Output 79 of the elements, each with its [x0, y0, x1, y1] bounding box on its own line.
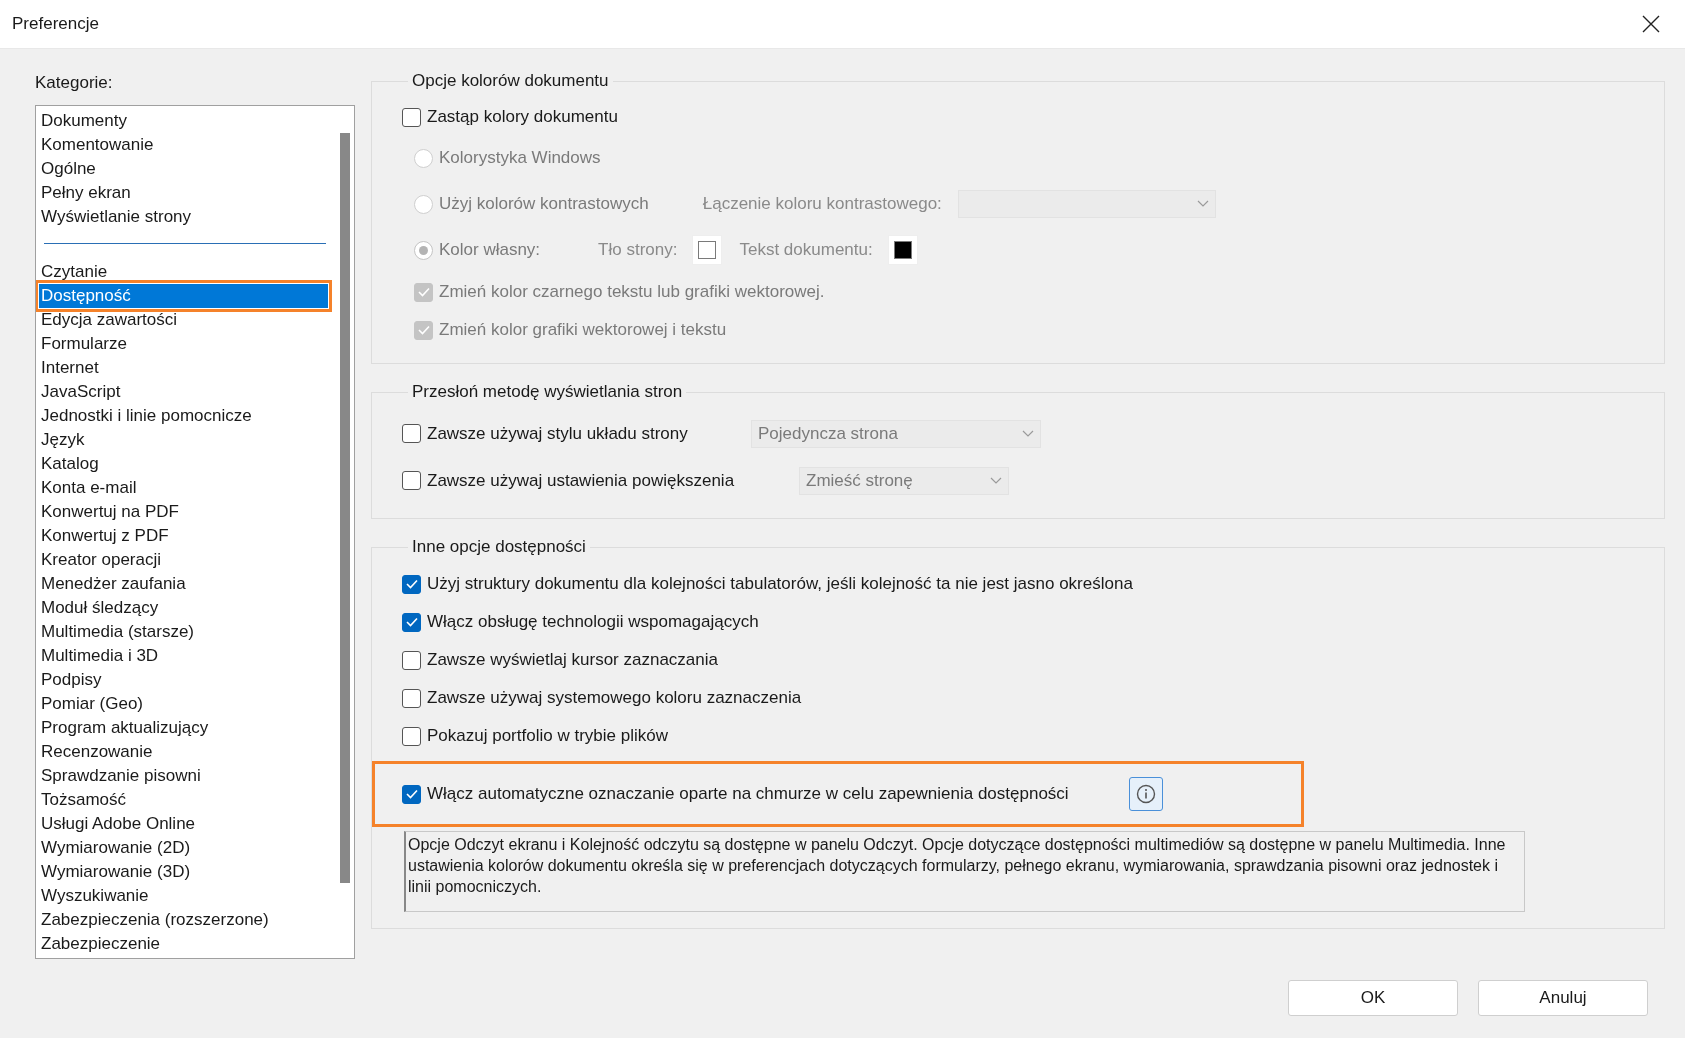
cancel-button[interactable]: Anuluj	[1478, 980, 1648, 1016]
checkmark-icon	[417, 287, 430, 297]
color-swatch[interactable]	[888, 236, 917, 264]
category-item[interactable]: JavaScript	[39, 380, 328, 404]
group-title: Przesłoń metodę wyświetlania stron	[411, 382, 684, 402]
checkbox[interactable]	[402, 574, 421, 594]
category-item[interactable]: Język	[39, 428, 328, 452]
group-title: Inne opcje dostępności	[411, 537, 587, 557]
scrollbar-thumb[interactable]	[340, 133, 350, 883]
info-button[interactable]	[1128, 777, 1163, 811]
category-item[interactable]: Formularze	[39, 332, 328, 356]
checkbox[interactable]	[402, 612, 421, 632]
chevron-down-icon	[1196, 200, 1209, 208]
option-label: Zawsze używaj systemowego koloru zaznaczenia	[427, 688, 802, 708]
category-item[interactable]: Edycja zawartości	[39, 308, 328, 332]
info-icon	[1135, 784, 1156, 804]
group-title: Opcje kolorów dokumentu	[411, 71, 610, 91]
category-item[interactable]: Kreator operacji	[39, 548, 328, 572]
checkmark-icon	[405, 617, 418, 627]
checkbox[interactable]	[402, 726, 421, 746]
category-item[interactable]: Moduł śledzący	[39, 596, 328, 620]
category-item[interactable]: Sprawdzanie pisowni	[39, 764, 328, 788]
category-item[interactable]: Usługi Adobe Online	[39, 812, 328, 836]
category-item[interactable]: Recenzowanie	[39, 740, 328, 764]
category-item[interactable]: Tożsamość	[39, 788, 328, 812]
dropdown-field[interactable]	[957, 190, 1216, 218]
category-item[interactable]: Menedżer zaufania	[39, 572, 328, 596]
field-label: Tło strony:	[598, 240, 678, 260]
ok-button[interactable]: OK	[1288, 980, 1458, 1016]
checkmark-icon	[417, 325, 430, 335]
category-item[interactable]: Internet	[39, 356, 328, 380]
option-label: Użyj struktury dokumentu dla kolejności tabulatorów, jeśli kolejność ta nie jest jasno określona	[427, 574, 1133, 594]
category-item[interactable]: Konta e-mail	[39, 476, 328, 500]
close-icon	[1642, 15, 1660, 33]
category-item[interactable]: Konwertuj z PDF	[39, 524, 328, 548]
option-label: Zmień kolor czarnego tekstu lub grafiki wektorowej.	[439, 282, 825, 302]
checkbox[interactable]	[402, 650, 421, 670]
category-item[interactable]: Czytanie	[39, 260, 328, 284]
category-item[interactable]: Konwertuj na PDF	[39, 500, 328, 524]
category-item[interactable]: Ogólne	[39, 157, 328, 181]
chevron-down-icon	[990, 476, 1002, 485]
option-label: Zawsze wyświetlaj kursor zaznaczania	[427, 650, 718, 670]
color-swatch[interactable]	[693, 236, 722, 264]
category-item[interactable]: Wyszukiwanie	[39, 884, 328, 908]
category-item[interactable]: Program aktualizujący	[39, 716, 328, 740]
option-label: Użyj kolorów kontrastowych	[439, 194, 649, 214]
checkmark-icon	[405, 789, 418, 799]
option-label: Zawsze używaj ustawienia powiększenia	[427, 470, 736, 491]
note-text: Opcje Odczyt ekranu i Kolejność odczytu są dostępne w panelu Odczyt. Opcje dotyczące dostępności multimediów są dostępne w panelu Multimedia. Inne ustawienia kolorów dokumentu określa się w preferencjach dotyczących formularzy, pełnego ekranu, wymiarowania, sprawdzania pisowni oraz jednostek i linii pomocniczych.	[404, 831, 1525, 912]
option-label: Zastąp kolory dokumentu	[427, 107, 618, 127]
category-item[interactable]: Zabezpieczenia (rozszerzone)	[39, 908, 328, 932]
window-title: Preferencje	[12, 14, 99, 34]
categories-label: Kategorie:	[35, 72, 114, 93]
category-item[interactable]: Katalog	[39, 452, 328, 476]
checkbox[interactable]	[402, 784, 421, 804]
option-label: Pokazuj portfolio w trybie plików	[427, 726, 668, 746]
category-item[interactable]: Dokumenty	[39, 109, 328, 133]
checkbox[interactable]	[402, 688, 421, 708]
option-label: Kolor własny:	[439, 240, 541, 260]
category-item[interactable]: Wymiarowanie (2D)	[39, 836, 328, 860]
category-item[interactable]: Wyświetlanie strony	[39, 205, 328, 229]
option-label: Zmień kolor grafiki wektorowej i tekstu	[439, 320, 727, 340]
option-label: Kolorystyka Windows	[439, 148, 601, 168]
field-label: Tekst dokumentu:	[739, 240, 873, 260]
option-label: Włącz obsługę technologii wspomagających	[427, 612, 759, 632]
checkmark-icon	[405, 579, 418, 589]
category-item[interactable]: Wymiarowanie (3D)	[39, 860, 328, 884]
category-item[interactable]: Multimedia (starsze)	[39, 620, 328, 644]
category-item[interactable]: Multimedia i 3D	[39, 644, 328, 668]
chevron-down-icon	[1022, 429, 1034, 438]
category-item[interactable]: Komentowanie	[39, 133, 328, 157]
category-item[interactable]: Pełny ekran	[39, 181, 328, 205]
category-item[interactable]: Pomiar (Geo)	[39, 692, 328, 716]
category-item[interactable]: Jednostki i linie pomocnicze	[39, 404, 328, 428]
category-item[interactable]: Podpisy	[39, 668, 328, 692]
option-label: Włącz automatyczne oznaczanie oparte na chmurze w celu zapewnienia dostępności	[427, 784, 1069, 804]
field-label: Łączenie koloru kontrastowego:	[702, 194, 942, 214]
option-label: Zawsze używaj stylu układu strony	[427, 423, 689, 444]
category-item[interactable]: Zabezpieczenie	[39, 932, 328, 956]
